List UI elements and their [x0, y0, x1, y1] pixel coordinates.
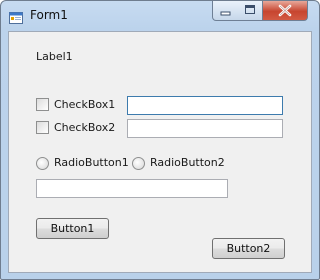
- button2[interactable]: Button2: [212, 238, 285, 259]
- form-client-area: Label1 CheckBox1 CheckBox2 RadioButton1 …: [8, 31, 312, 273]
- textbox3[interactable]: [36, 179, 228, 198]
- textbox1[interactable]: [127, 96, 283, 115]
- close-icon: [278, 4, 292, 17]
- close-button[interactable]: [263, 1, 308, 21]
- maximize-icon: [245, 5, 255, 14]
- button1[interactable]: Button1: [36, 218, 109, 239]
- form-window: Form1 Label1 CheckBox1 CheckBox2 RadioBu…: [0, 0, 320, 280]
- minimize-icon: [220, 11, 231, 16]
- checkbox2-label[interactable]: CheckBox2: [54, 121, 115, 134]
- label1: Label1: [36, 50, 73, 63]
- window-title: Form1: [30, 8, 68, 22]
- checkbox2[interactable]: [36, 121, 49, 134]
- radiobutton2[interactable]: [132, 157, 145, 170]
- radiobutton1[interactable]: [36, 157, 49, 170]
- textbox2[interactable]: [127, 119, 283, 138]
- radiobutton1-label[interactable]: RadioButton1: [54, 156, 129, 169]
- minimize-button[interactable]: [212, 1, 239, 21]
- app-form-icon: [9, 9, 23, 24]
- maximize-button[interactable]: [238, 1, 263, 21]
- radiobutton2-label[interactable]: RadioButton2: [150, 156, 225, 169]
- checkbox1-label[interactable]: CheckBox1: [54, 98, 115, 111]
- checkbox1[interactable]: [36, 98, 49, 111]
- title-bar[interactable]: Form1: [1, 1, 319, 31]
